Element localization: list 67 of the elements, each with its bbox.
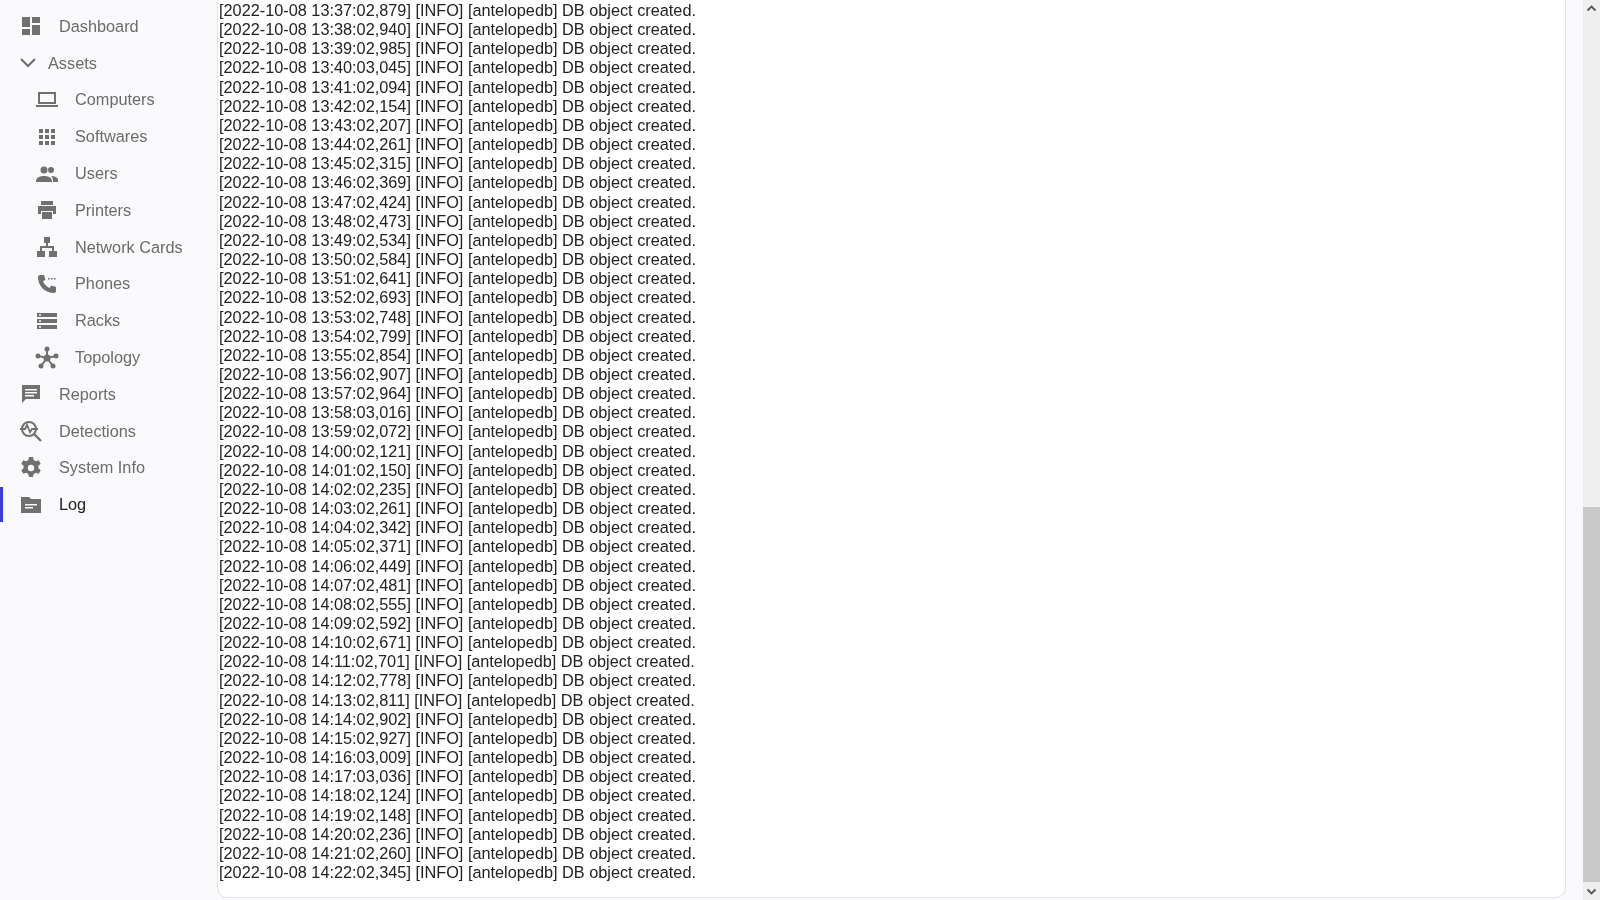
log-line: [2022-10-08 13:59:02,072] [INFO] [antelopedb] DB object created. xyxy=(219,422,696,442)
log-line: [2022-10-08 13:47:02,424] [INFO] [antelopedb] DB object created. xyxy=(219,192,696,212)
log-line: [2022-10-08 14:09:02,592] [INFO] [antelopedb] DB object created. xyxy=(219,614,696,634)
sidebar-item[interactable]: Phones xyxy=(0,265,217,303)
sidebar-item[interactable]: Topology xyxy=(0,339,217,376)
log-line: [2022-10-08 13:53:02,748] [INFO] [antelopedb] DB object created. xyxy=(219,307,696,327)
log-line: [2022-10-08 14:16:03,009] [INFO] [antelopedb] DB object created. xyxy=(219,748,696,768)
log-line: [2022-10-08 14:10:02,671] [INFO] [antelopedb] DB object created. xyxy=(219,633,696,653)
log-line: [2022-10-08 14:11:02,701] [INFO] [antelopedb] DB object created. xyxy=(219,652,695,672)
scrollbar[interactable] xyxy=(1583,0,1600,900)
sidebar-item[interactable]: Racks xyxy=(0,302,217,340)
log-line: [2022-10-08 13:58:03,016] [INFO] [antelopedb] DB object created. xyxy=(219,403,696,423)
log-line: [2022-10-08 14:00:02,121] [INFO] [antelopedb] DB object created. xyxy=(219,441,696,461)
sidebar-item[interactable]: Printers xyxy=(0,192,217,229)
log-line: [2022-10-08 14:07:02,481] [INFO] [antelopedb] DB object created. xyxy=(219,575,696,595)
log-line: [2022-10-08 13:52:02,693] [INFO] [antelopedb] DB object created. xyxy=(219,288,696,308)
log-line: [2022-10-08 13:42:02,154] [INFO] [antelopedb] DB object created. xyxy=(219,96,696,116)
sidebar-item[interactable]: Users xyxy=(0,155,217,192)
sidebar-item[interactable]: Detections xyxy=(0,412,217,450)
log-line: [2022-10-08 14:17:03,036] [INFO] [antelopedb] DB object created. xyxy=(219,767,696,787)
selection-indicator xyxy=(0,487,3,523)
log-line: [2022-10-08 13:37:02,879] [INFO] [antelopedb] DB object created. xyxy=(219,1,696,21)
log-line: [2022-10-08 14:14:02,902] [INFO] [antelopedb] DB object created. xyxy=(219,709,696,729)
log-line: [2022-10-08 14:02:02,235] [INFO] [antelopedb] DB object created. xyxy=(219,479,696,500)
log-line: [2022-10-08 14:01:02,150] [INFO] [antelopedb] DB object created. xyxy=(219,460,696,480)
log-line: [2022-10-08 13:51:02,641] [INFO] [antelopedb] DB object created. xyxy=(219,269,696,289)
log-line: [2022-10-08 13:41:02,094] [INFO] [antelopedb] DB object created. xyxy=(219,77,696,97)
sidebar-item[interactable]: Reports xyxy=(0,375,217,413)
log-line: [2022-10-08 13:49:02,534] [INFO] [antelopedb] DB object created. xyxy=(219,230,696,251)
log-line: [2022-10-08 14:22:02,345] [INFO] [antelopedb] DB object created. xyxy=(219,863,696,883)
settings-icon xyxy=(19,455,43,480)
sidebar-item[interactable]: Assets xyxy=(0,44,217,82)
network-icon xyxy=(35,235,59,260)
log-line: [2022-10-08 14:12:02,778] [INFO] [antelopedb] DB object created. xyxy=(219,671,696,691)
log-line: [2022-10-08 13:50:02,584] [INFO] [antelopedb] DB object created. xyxy=(219,250,696,270)
search-pulse-icon xyxy=(19,419,43,444)
sidebar-item[interactable]: Dashboard xyxy=(0,8,217,45)
log-line: [2022-10-08 14:20:02,236] [INFO] [antelopedb] DB object created. xyxy=(219,824,696,844)
log-line: [2022-10-08 14:08:02,555] [INFO] [antelopedb] DB object created. xyxy=(219,594,696,614)
sidebar-item[interactable]: System Info xyxy=(0,449,217,487)
log-line: [2022-10-08 13:54:02,799] [INFO] [antelopedb] DB object created. xyxy=(219,326,696,346)
log-line: [2022-10-08 14:21:02,260] [INFO] [antelopedb] DB object created. xyxy=(219,843,696,864)
log-line: [2022-10-08 13:48:02,473] [INFO] [antelopedb] DB object created. xyxy=(219,211,696,231)
topology-icon xyxy=(35,345,59,370)
sidebar-item[interactable]: Log xyxy=(0,486,217,524)
log-line: [2022-10-08 14:05:02,371] [INFO] [antelopedb] DB object created. xyxy=(219,537,696,557)
log-line: [2022-10-08 14:03:02,261] [INFO] [antelopedb] DB object created. xyxy=(219,499,696,519)
log-line: [2022-10-08 14:06:02,449] [INFO] [antelopedb] DB object created. xyxy=(219,556,696,576)
log-line: [2022-10-08 14:04:02,342] [INFO] [antelopedb] DB object created. xyxy=(219,518,696,538)
log-line: [2022-10-08 14:18:02,124] [INFO] [antelopedb] DB object created. xyxy=(219,786,696,806)
log-line: [2022-10-08 13:57:02,964] [INFO] [antelopedb] DB object created. xyxy=(219,384,696,404)
log-line: [2022-10-08 13:45:02,315] [INFO] [antelopedb] DB object created. xyxy=(219,154,696,174)
log-line: [2022-10-08 14:15:02,927] [INFO] [antelopedb] DB object created. xyxy=(219,728,696,749)
sidebar-item[interactable]: Computers xyxy=(0,81,217,119)
log-line: [2022-10-08 13:44:02,261] [INFO] [antelopedb] DB object created. xyxy=(219,135,696,155)
log-line: [2022-10-08 13:56:02,907] [INFO] [antelopedb] DB object created. xyxy=(219,364,696,385)
log-line: [2022-10-08 13:38:02,940] [INFO] [antelopedb] DB object created. xyxy=(219,20,696,40)
sidebar-item[interactable]: Softwares xyxy=(0,118,217,156)
log-line: [2022-10-08 14:13:02,811] [INFO] [antelopedb] DB object created. xyxy=(219,690,695,710)
log-line: [2022-10-08 13:46:02,369] [INFO] [antelopedb] DB object created. xyxy=(219,173,696,193)
log-line: [2022-10-08 13:55:02,854] [INFO] [antelopedb] DB object created. xyxy=(219,345,696,365)
log-line: [2022-10-08 13:40:03,045] [INFO] [antelopedb] DB object created. xyxy=(219,58,696,78)
log-line: [2022-10-08 13:39:02,985] [INFO] [antelopedb] DB object created. xyxy=(219,39,696,59)
log-line: [2022-10-08 14:19:02,148] [INFO] [antelopedb] DB object created. xyxy=(219,805,696,825)
sidebar-item[interactable]: Network Cards xyxy=(0,228,217,266)
scrollbar-thumb[interactable] xyxy=(1583,507,1600,882)
log-line: [2022-10-08 13:43:02,207] [INFO] [antelopedb] DB object created. xyxy=(219,115,696,136)
